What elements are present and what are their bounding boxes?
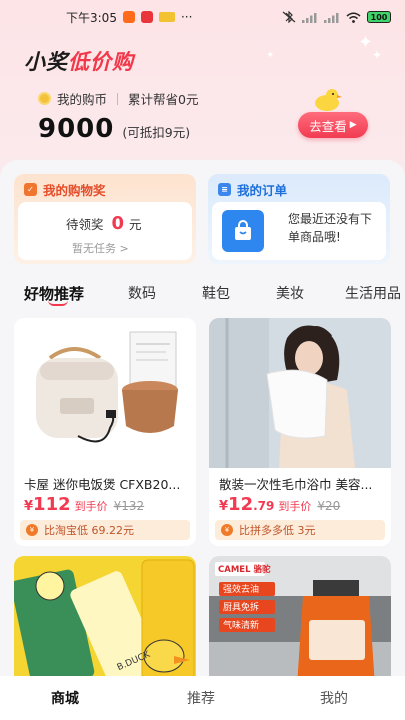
discount-icon: ¥: [26, 524, 38, 536]
coin-balance: 9000 (可抵扣9元): [38, 114, 190, 144]
original-price: ¥132: [113, 499, 145, 513]
towel-model-image: [209, 318, 391, 468]
brand-part2: 低价购: [68, 50, 134, 74]
wifi-icon: [346, 12, 361, 23]
duck-mascot-icon: [315, 89, 342, 111]
award-title-text: 我的购物奖: [43, 183, 106, 198]
view-coins-button[interactable]: 去查看 ▶: [298, 112, 368, 138]
award-icon: ✓: [24, 183, 37, 196]
save-text: 比拼多多低 3元: [239, 524, 316, 537]
tag-text: 强效去油: [223, 583, 259, 595]
pending-unit: 元: [129, 217, 142, 232]
camel-brand-text: CAMEL 骆驼: [218, 564, 271, 575]
shopping-bag-icon: [222, 210, 264, 252]
nav-mine[interactable]: 我的: [320, 688, 348, 708]
price-value: 112: [33, 494, 71, 515]
nav-recommend[interactable]: 推荐: [187, 688, 215, 708]
pending-value: 0: [111, 213, 125, 234]
product-card[interactable]: B.DUCK: [14, 556, 196, 686]
no-task-link[interactable]: 暂无任务 >: [72, 240, 129, 256]
price-note: 到手价: [278, 500, 312, 513]
signal-icon: [302, 12, 317, 23]
saved-label: 累计帮省0元: [128, 92, 199, 107]
award-card-title: ✓ 我的购物奖: [24, 180, 106, 199]
tab-daily-goods[interactable]: 生活用品: [345, 283, 401, 303]
product-price: ¥ 12 .79 到手价 ¥20: [219, 494, 340, 515]
coin-icon: [38, 92, 51, 105]
notification-red-icon: [140, 11, 153, 23]
order-card-title: ≡ 我的订单: [218, 180, 287, 199]
currency-symbol: ¥: [24, 499, 34, 514]
tag-text: 厨具免拆: [223, 601, 259, 613]
price-note: 到手价: [74, 500, 108, 513]
notification-app-icon: [122, 11, 135, 23]
empty-order-text: 您最近还没有下单商品哦!: [288, 212, 373, 244]
discount-icon: ¥: [221, 524, 233, 536]
pending-award: 待领奖 0 元: [66, 213, 142, 234]
kitchen-cleaner-image: CAMEL 骆驼 强效去油 厨具免拆 气味清新: [209, 556, 391, 686]
award-card-body: 待领奖 0 元 暂无任务 >: [18, 202, 192, 260]
more-dots-icon: ···: [180, 10, 193, 24]
sparkle-small-icon: ✦: [372, 48, 383, 62]
coin-row: 我的购币 累计帮省0元: [38, 89, 198, 108]
product-card[interactable]: 散装一次性毛巾浴巾 美容... ¥ 12 .79 到手价 ¥20 ¥ 比拼多多低…: [209, 318, 391, 546]
price-compare-badge: ¥ 比淘宝低 69.22元: [20, 520, 190, 540]
tab-shoes-bags[interactable]: 鞋包: [202, 283, 230, 303]
play-arrow-icon: ▶: [349, 120, 357, 130]
view-coins-label: 去查看: [309, 118, 347, 134]
tab-digital[interactable]: 数码: [128, 283, 156, 303]
coin-label: 我的购币: [57, 92, 108, 107]
rice-cooker-image: [14, 318, 196, 468]
pending-label: 待领奖: [66, 217, 104, 232]
price-value: 12: [228, 494, 254, 515]
product-card[interactable]: CAMEL 骆驼 强效去油 厨具免拆 气味清新: [209, 556, 391, 686]
price-decimal: .79: [253, 499, 275, 513]
order-card-body: 您最近还没有下单商品哦!: [212, 202, 386, 260]
brand-title: 小奖低价购: [24, 46, 134, 76]
bottom-navigation: 商城 推荐 我的: [0, 676, 405, 720]
status-right: 100: [282, 11, 391, 23]
save-text: 比淘宝低 69.22元: [44, 524, 134, 537]
product-price: ¥ 112 到手价 ¥132: [24, 494, 144, 515]
signal-2-icon: [324, 12, 339, 23]
notification-meituan-icon: [158, 12, 175, 22]
price-compare-badge: ¥ 比拼多多低 3元: [215, 520, 385, 540]
my-orders-card[interactable]: ≡ 我的订单 您最近还没有下单商品哦!: [208, 174, 390, 264]
balance-value: 9000: [38, 114, 115, 144]
currency-symbol: ¥: [219, 499, 229, 514]
active-tab-indicator: [48, 300, 68, 306]
sparkle-tiny-icon: ✦: [266, 50, 275, 61]
order-list-icon: ≡: [218, 183, 231, 196]
balance-note: (可抵扣9元): [122, 125, 191, 140]
product-name: 卡屋 迷你电饭煲 CFXB20...: [24, 477, 181, 492]
order-title-text: 我的订单: [237, 183, 288, 198]
original-price: ¥20: [317, 499, 341, 513]
status-time: 下午3:05: [66, 10, 117, 25]
product-name: 散装一次性毛巾浴巾 美容...: [219, 477, 373, 492]
brand-part1: 小奖: [24, 50, 68, 74]
divider: [117, 92, 119, 105]
nav-mall[interactable]: 商城: [51, 688, 79, 708]
status-bar: 下午3:05 ··· 100: [0, 0, 405, 34]
tab-beauty[interactable]: 美妆: [276, 283, 304, 303]
bduck-stationery-image: B.DUCK: [14, 556, 196, 686]
product-card[interactable]: 卡屋 迷你电饭煲 CFXB20... ¥ 112 到手价 ¥132 ¥ 比淘宝低…: [14, 318, 196, 546]
shopping-award-card[interactable]: ✓ 我的购物奖 待领奖 0 元 暂无任务 >: [14, 174, 196, 264]
sparkle-icon: ✦: [358, 32, 374, 53]
tag-text: 气味清新: [223, 619, 259, 631]
bluetooth-off-icon: [282, 11, 296, 23]
battery-icon: 100: [367, 11, 391, 23]
